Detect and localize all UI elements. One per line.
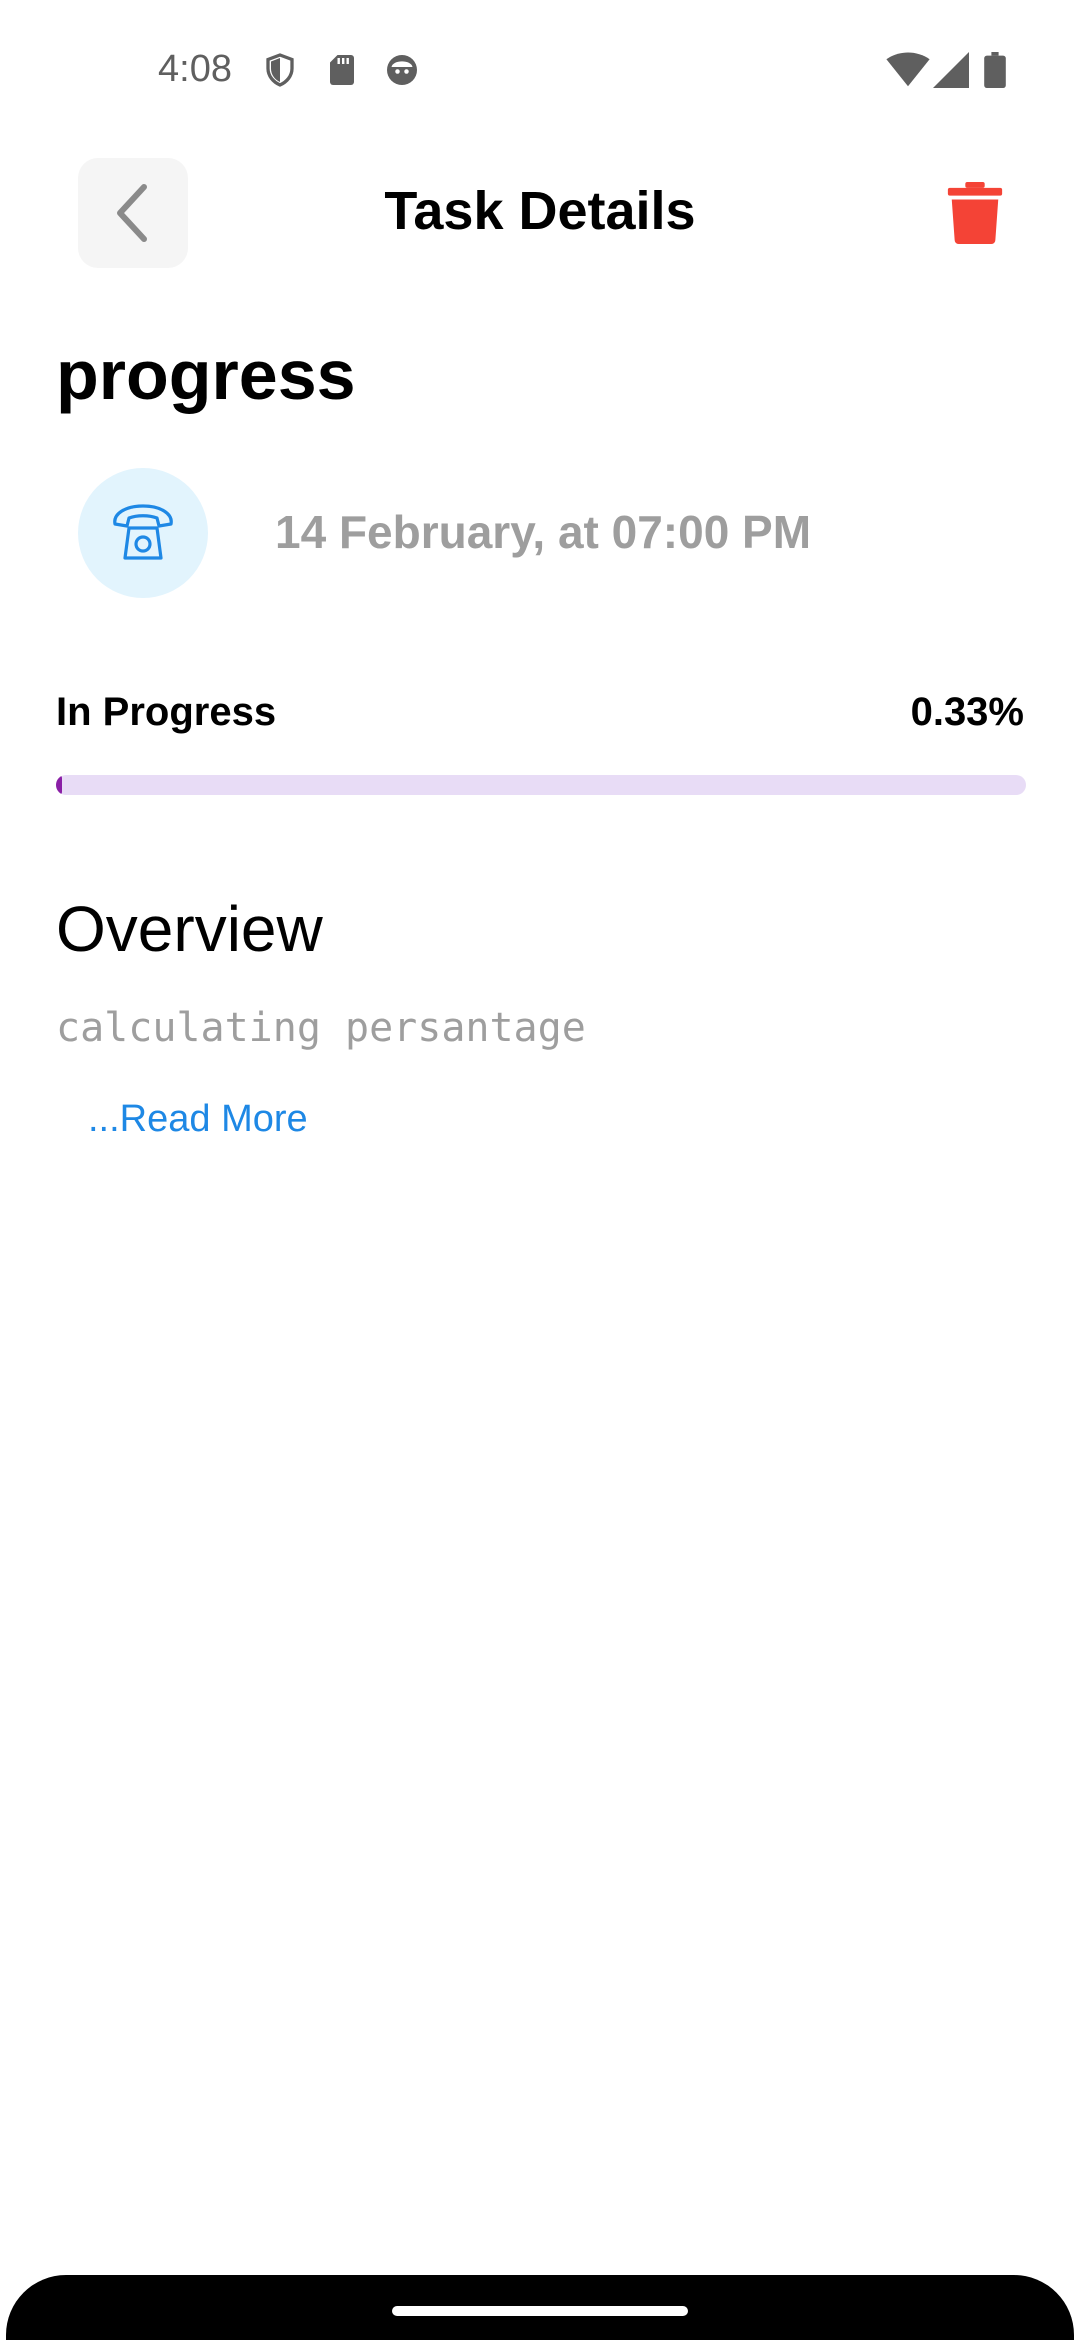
home-indicator[interactable] — [392, 2306, 688, 2316]
signal-icon — [933, 52, 969, 88]
chevron-left-icon — [117, 184, 147, 242]
progress-label: In Progress — [56, 690, 277, 734]
shield-icon — [266, 53, 294, 87]
page-title: Task Details — [384, 181, 696, 241]
overview-heading: Overview — [56, 893, 323, 965]
task-title: progress — [56, 336, 356, 414]
overview-text: calculating persantage — [56, 1005, 586, 1051]
progress-bar — [56, 775, 1026, 795]
telephone-icon — [113, 504, 173, 560]
read-more-link[interactable]: ...Read More — [88, 1098, 308, 1141]
category-icon-badge — [78, 468, 208, 598]
progress-fill — [56, 775, 62, 795]
status-bar: 4:08 — [0, 0, 1080, 140]
delete-button[interactable] — [945, 182, 1005, 244]
face-icon — [387, 55, 417, 85]
trash-icon — [947, 182, 1003, 244]
back-button[interactable] — [78, 158, 188, 268]
battery-icon — [984, 52, 1006, 88]
task-date: 14 February, at 07:00 PM — [275, 506, 812, 558]
wifi-icon — [886, 52, 930, 87]
sd-card-icon — [330, 55, 354, 85]
status-time: 4:08 — [158, 48, 232, 90]
progress-value: 0.33% — [910, 690, 1024, 734]
